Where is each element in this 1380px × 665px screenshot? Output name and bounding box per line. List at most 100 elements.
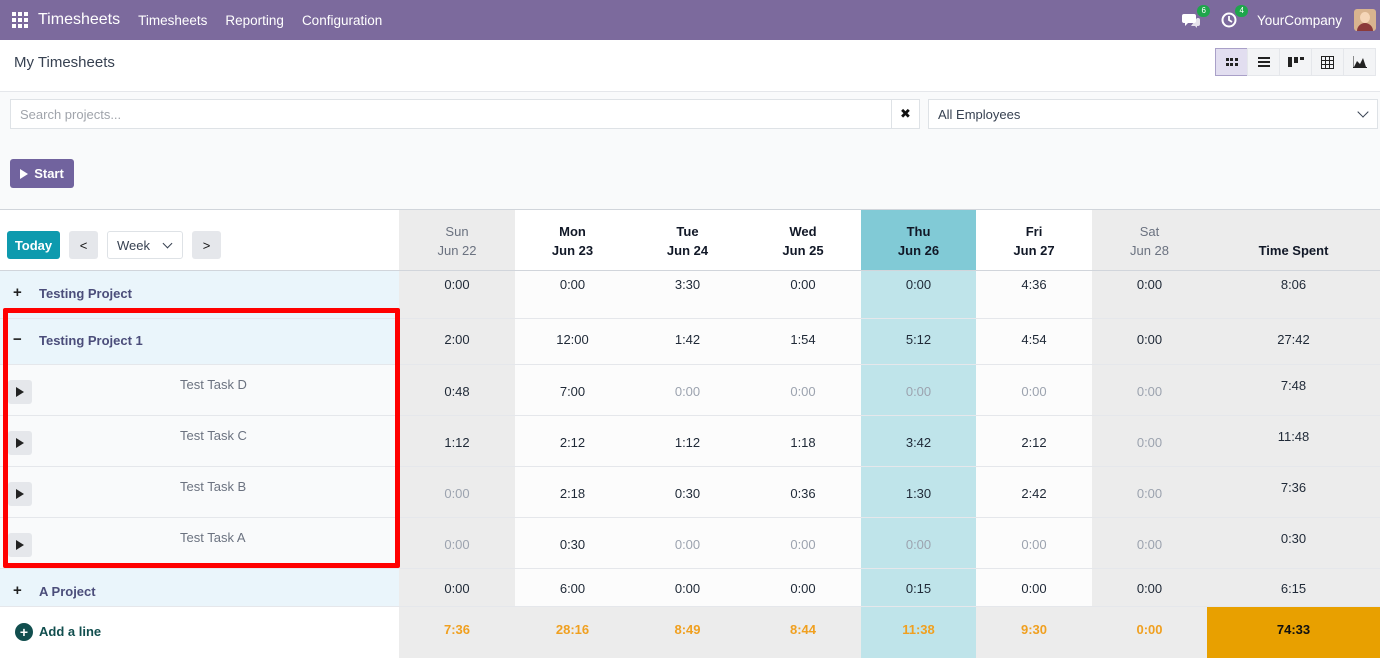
menu-reporting[interactable]: Reporting xyxy=(225,13,284,28)
time-cell[interactable]: 0:00 xyxy=(745,277,861,292)
time-cell[interactable]: 1:30 xyxy=(861,486,976,501)
day-total-column: 0:00 xyxy=(1092,606,1207,658)
day-total-column: 8:44 xyxy=(745,606,861,658)
menu-timesheets[interactable]: Timesheets xyxy=(138,13,207,28)
time-cell[interactable]: 1:12 xyxy=(630,435,745,450)
search-input[interactable] xyxy=(10,99,891,129)
clear-search-button[interactable]: ✖ xyxy=(891,99,920,129)
group-row-a-project[interactable]: + A Project xyxy=(0,568,399,606)
time-cell[interactable]: 2:18 xyxy=(515,486,630,501)
time-cell[interactable]: 4:54 xyxy=(976,332,1092,347)
expand-icon[interactable]: + xyxy=(13,582,22,599)
previous-week-button[interactable]: < xyxy=(69,231,98,259)
time-cell[interactable]: 0:00 xyxy=(1092,581,1207,596)
time-cell[interactable]: 0:00 xyxy=(1092,332,1207,347)
next-week-button[interactable]: > xyxy=(192,231,221,259)
time-cell[interactable]: 2:42 xyxy=(976,486,1092,501)
time-cell[interactable]: 2:00 xyxy=(399,332,515,347)
time-cell[interactable]: 0:30 xyxy=(630,486,745,501)
time-cell[interactable]: 0:00 xyxy=(630,537,745,552)
task-timer-button[interactable] xyxy=(8,431,32,455)
graph-view-icon xyxy=(1352,56,1367,68)
task-timer-button[interactable] xyxy=(8,380,32,404)
time-cell[interactable]: 4:36 xyxy=(976,277,1092,292)
time-cell[interactable]: 0:36 xyxy=(745,486,861,501)
control-panel: My Timesheets xyxy=(0,40,1380,92)
time-cell[interactable]: 1:42 xyxy=(630,332,745,347)
time-cell[interactable]: 0:00 xyxy=(976,581,1092,596)
time-cell[interactable]: 0:30 xyxy=(515,537,630,552)
time-cell[interactable]: 3:42 xyxy=(861,435,976,450)
time-cell[interactable]: 0:00 xyxy=(1092,277,1207,292)
activities-badge: 4 xyxy=(1235,5,1248,17)
time-cell[interactable]: 0:00 xyxy=(399,486,515,501)
time-cell[interactable]: 0:00 xyxy=(399,277,515,292)
kanban-view-button[interactable] xyxy=(1279,48,1312,76)
time-cell[interactable]: 7:00 xyxy=(515,384,630,399)
row-divider xyxy=(0,606,1380,607)
time-cell[interactable]: 0:00 xyxy=(515,277,630,292)
play-icon xyxy=(16,387,24,397)
time-cell[interactable]: 6:00 xyxy=(515,581,630,596)
time-cell[interactable]: 0:00 xyxy=(1092,486,1207,501)
activities-button[interactable]: 4 xyxy=(1219,5,1248,30)
day-date: Jun 27 xyxy=(1013,243,1055,258)
time-cell[interactable]: 0:00 xyxy=(630,581,745,596)
app-name[interactable]: Timesheets xyxy=(38,11,120,29)
time-cell[interactable]: 1:18 xyxy=(745,435,861,450)
start-timer-button[interactable]: Start xyxy=(10,159,74,188)
time-cell[interactable]: 0:00 xyxy=(630,384,745,399)
group-label: Testing Project xyxy=(39,286,132,301)
time-cell[interactable]: 0:00 xyxy=(745,537,861,552)
user-avatar[interactable] xyxy=(1354,9,1376,31)
row-divider xyxy=(0,517,1380,518)
collapse-icon[interactable]: − xyxy=(13,331,22,348)
time-cell[interactable]: 2:12 xyxy=(515,435,630,450)
group-row-testing-project-1[interactable]: − Testing Project 1 xyxy=(0,318,399,364)
task-timer-button[interactable] xyxy=(8,533,32,557)
day-date: Jun 26 xyxy=(897,243,940,258)
group-row-testing-project[interactable]: + Testing Project xyxy=(0,271,399,318)
messages-button[interactable]: 6 xyxy=(1181,5,1210,30)
daily-total: 28:16 xyxy=(555,622,590,637)
day-total-column: 8:49 xyxy=(630,606,745,658)
time-cell[interactable]: 5:12 xyxy=(861,332,976,347)
time-cell[interactable]: 0:00 xyxy=(1092,435,1207,450)
list-view-button[interactable] xyxy=(1247,48,1280,76)
day-column: Fri Jun 27 4:36 4:54 0:00 2:12 2:42 0:00 0:00 xyxy=(976,210,1092,606)
time-cell[interactable]: 0:00 xyxy=(861,277,976,292)
time-cell[interactable]: 12:00 xyxy=(515,332,630,347)
time-cell[interactable]: 0:15 xyxy=(861,581,976,596)
expand-icon[interactable]: + xyxy=(13,284,22,301)
time-cell[interactable]: 3:30 xyxy=(630,277,745,292)
graph-view-button[interactable] xyxy=(1343,48,1376,76)
task-timer-button[interactable] xyxy=(8,482,32,506)
time-cell[interactable]: 1:12 xyxy=(399,435,515,450)
add-line-button[interactable]: + Add a line xyxy=(0,606,399,658)
time-cell[interactable]: 0:00 xyxy=(1092,537,1207,552)
time-cell[interactable]: 0:48 xyxy=(399,384,515,399)
pivot-view-button[interactable] xyxy=(1311,48,1344,76)
day-header: Tue Jun 24 xyxy=(630,210,745,271)
today-button[interactable]: Today xyxy=(7,231,60,259)
pivot-view-icon xyxy=(1321,55,1334,69)
range-select[interactable]: Week xyxy=(107,231,183,259)
time-cell[interactable]: 0:00 xyxy=(745,581,861,596)
grid-view-button[interactable] xyxy=(1215,48,1248,76)
time-cell[interactable]: 0:00 xyxy=(1092,384,1207,399)
time-cell[interactable]: 0:00 xyxy=(861,384,976,399)
time-cell[interactable]: 0:00 xyxy=(399,581,515,596)
time-cell[interactable]: 0:00 xyxy=(745,384,861,399)
time-cell[interactable]: 1:54 xyxy=(745,332,861,347)
task-name: Test Task C xyxy=(180,428,247,443)
employee-filter-select[interactable]: All Employees xyxy=(928,99,1378,129)
apps-menu-icon[interactable] xyxy=(12,12,28,28)
menu-configuration[interactable]: Configuration xyxy=(302,13,382,28)
time-cell[interactable]: 0:00 xyxy=(399,537,515,552)
time-cell[interactable]: 0:00 xyxy=(861,537,976,552)
time-cell[interactable]: 0:00 xyxy=(976,384,1092,399)
time-cell[interactable]: 0:00 xyxy=(976,537,1092,552)
company-switcher[interactable]: YourCompany xyxy=(1257,13,1342,28)
time-cell[interactable]: 2:12 xyxy=(976,435,1092,450)
employee-filter-value: All Employees xyxy=(938,106,1021,122)
